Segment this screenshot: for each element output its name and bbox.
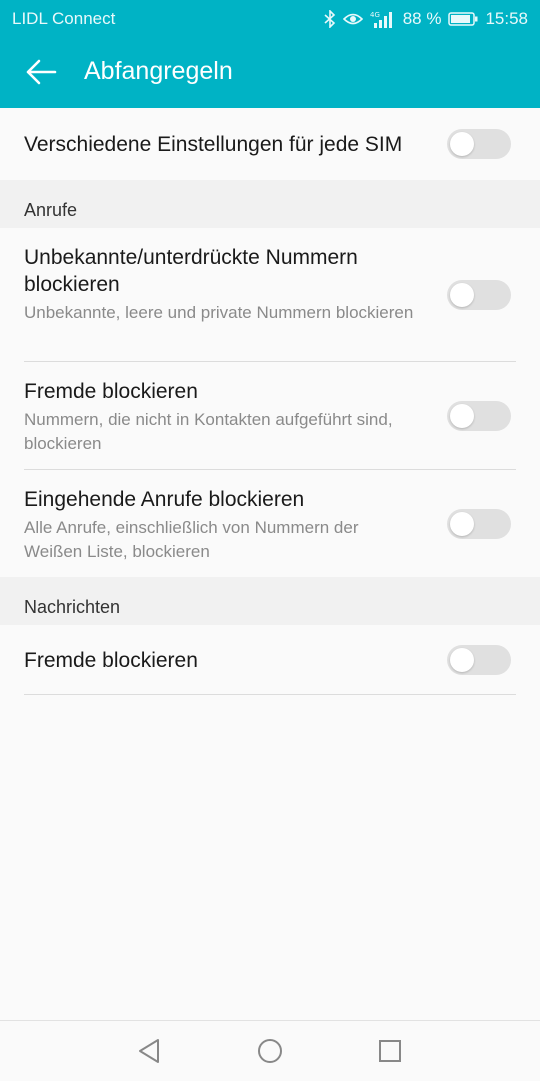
setting-description: Unbekannte, leere und private Nummern bl… [24,303,414,322]
section-header-messages: Nachrichten [0,577,540,625]
section-title: Anrufe [24,200,78,220]
svg-text:4G: 4G [370,11,380,19]
setting-row-block-unknown[interactable]: Unbekannte/unterdrückte Nummern blockier… [0,228,540,362]
section-title: Nachrichten [24,597,121,617]
bluetooth-icon [324,10,336,28]
toggle-knob [450,648,474,672]
app-bar: Abfangregeln [0,36,540,108]
toggle-block-strangers-calls[interactable] [447,401,511,431]
setting-description: Alle Anrufe, einschließlich von Nummern … [24,518,359,561]
status-icons: 4G 88 % 15:58 [324,9,528,29]
back-triangle-icon [139,1039,159,1063]
setting-label: Verschiedene Einstellungen für jede SIM [24,133,403,156]
setting-label: Fremde blockieren [24,380,198,403]
setting-description: Nummern, die nicht in Kontakten aufgefüh… [24,410,393,453]
recents-square-icon [379,1040,401,1062]
toggle-dual-sim[interactable] [447,129,511,159]
setting-row-block-incoming[interactable]: Eingehende Anrufe blockieren Alle Anrufe… [0,470,540,577]
clock: 15:58 [485,9,528,28]
signal-icon: 4G [370,10,396,28]
navigation-bar [0,1020,540,1081]
eye-icon [342,12,363,26]
toggle-block-incoming[interactable] [447,509,511,539]
section-header-calls: Anrufe [0,180,540,228]
battery-icon [448,11,478,27]
divider [24,694,516,695]
toggle-knob [450,132,474,156]
status-bar: LIDL Connect 4G 88 % 15:58 [0,0,540,36]
arrow-left-icon [26,59,57,85]
setting-label: Unbekannte/unterdrückte Nummern blockier… [24,246,358,296]
toggle-block-unknown[interactable] [447,280,511,310]
toggle-block-strangers-messages[interactable] [447,645,511,675]
nav-back-button[interactable] [136,1037,164,1070]
toggle-knob [450,404,474,428]
page-title: Abfangregeln [84,57,233,85]
setting-row-dual-sim[interactable]: Verschiedene Einstellungen für jede SIM [0,108,540,180]
carrier-name: LIDL Connect [12,9,116,28]
home-circle-icon [258,1039,282,1063]
nav-home-button[interactable] [256,1037,284,1070]
setting-row-block-strangers-messages[interactable]: Fremde blockieren [0,625,540,695]
nav-recents-button[interactable] [376,1037,404,1070]
setting-row-block-strangers-calls[interactable]: Fremde blockieren Nummern, die nicht in … [0,362,540,470]
setting-label: Eingehende Anrufe blockieren [24,488,305,511]
toggle-knob [450,512,474,536]
setting-label: Fremde blockieren [24,649,198,672]
toggle-knob [450,283,474,307]
back-button[interactable] [24,58,58,86]
battery-percent: 88 % [402,9,442,28]
